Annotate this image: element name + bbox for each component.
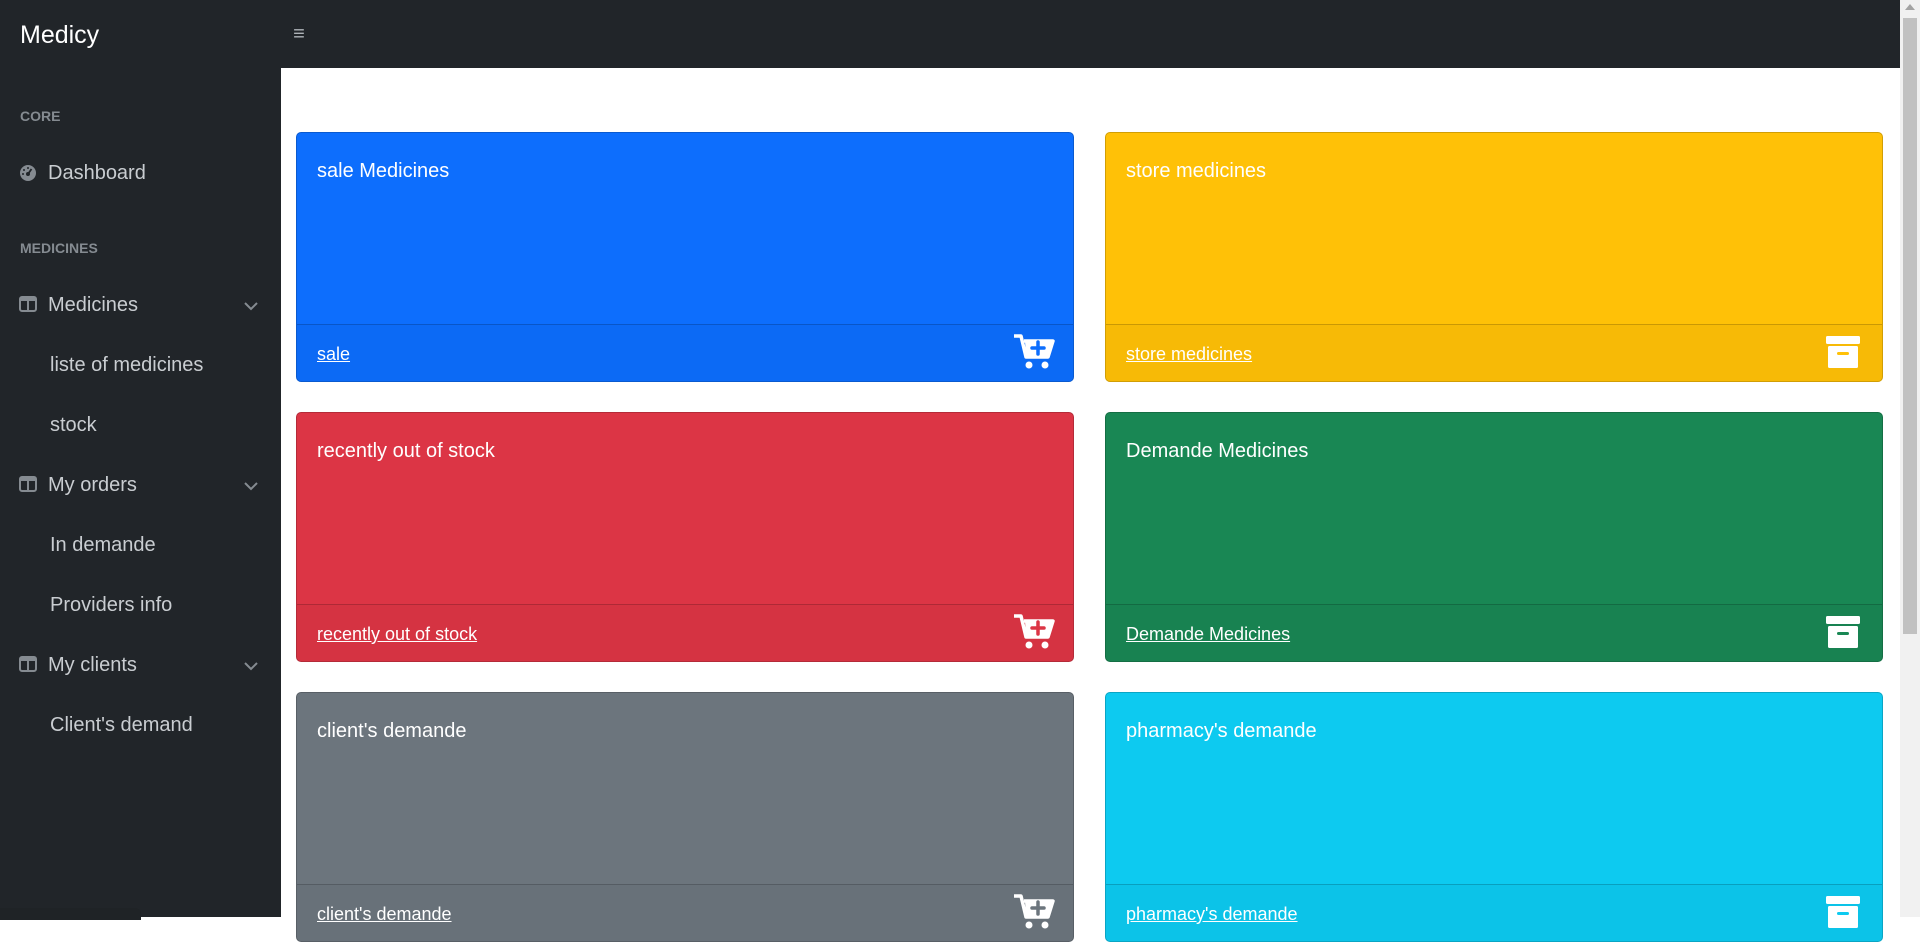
sidebar-item-label: Client's demand [50,714,193,736]
card-link[interactable]: pharmacy's demande [1126,903,1298,925]
card-sale-medicines: sale Medicines sale [296,132,1074,382]
sidebar-item-my-clients[interactable]: My clients [0,644,281,686]
sidebar: CORE Dashboard MEDICINES Medicines liste… [0,68,281,917]
cart-plus-icon[interactable] [1013,613,1055,651]
card-title: sale Medicines [317,160,450,182]
browser-status-bar [0,908,141,920]
columns-icon [19,656,37,672]
sidebar-item-label: stock [50,414,97,436]
card-title: client's demande [317,720,467,742]
card-footer: recently out of stock [297,604,1073,661]
sidebar-item-label: Providers info [50,594,173,616]
chevron-down-icon[interactable] [243,299,259,311]
scrollbar-thumb[interactable] [1903,18,1917,634]
card-link[interactable]: client's demande [317,903,452,925]
archive-box-icon[interactable] [1822,333,1864,371]
sidebar-item-label: My clients [48,654,137,676]
cart-plus-icon[interactable] [1013,333,1055,371]
vertical-scrollbar[interactable] [1900,0,1920,917]
top-navbar: Medicy ≡ [0,0,1900,68]
archive-box-icon[interactable] [1822,613,1864,651]
card-footer: Demande Medicines [1106,604,1882,661]
sidebar-toggle-icon[interactable]: ≡ [288,22,310,46]
card-demande-medicines: Demande Medicines Demande Medicines [1105,412,1883,662]
sidebar-item-medicines[interactable]: Medicines [0,284,281,326]
card-footer: sale [297,324,1073,381]
card-title: Demande Medicines [1126,440,1309,462]
sidebar-item-dashboard[interactable]: Dashboard [0,152,281,194]
sidebar-item-in-demande[interactable]: In demande [0,524,281,566]
sidebar-item-label: My orders [48,474,137,496]
card-link[interactable]: Demande Medicines [1126,623,1290,645]
brand-logo[interactable]: Medicy [20,20,99,50]
card-footer: store medicines [1106,324,1882,381]
chevron-down-icon[interactable] [243,479,259,491]
sidebar-item-providers-info[interactable]: Providers info [0,584,281,626]
columns-icon [19,296,37,312]
tachometer-icon [19,164,37,181]
sidebar-item-my-orders[interactable]: My orders [0,464,281,506]
card-link[interactable]: store medicines [1126,343,1252,365]
card-clients-demande: client's demande client's demande [296,692,1074,942]
card-link[interactable]: sale [317,343,350,365]
card-title: store medicines [1126,160,1267,182]
archive-box-icon[interactable] [1822,893,1864,931]
cart-plus-icon[interactable] [1013,893,1055,931]
sidebar-item-liste-of-medicines[interactable]: liste of medicines [0,344,281,386]
sidebar-item-clients-demand[interactable]: Client's demand [0,704,281,746]
card-link[interactable]: recently out of stock [317,623,477,645]
scroll-up-arrow-icon[interactable] [1905,4,1915,10]
card-recently-out-of-stock: recently out of stock recently out of st… [296,412,1074,662]
sidebar-heading-medicines: MEDICINES [20,240,98,256]
sidebar-item-label: Dashboard [48,162,146,184]
sidebar-item-stock[interactable]: stock [0,404,281,446]
card-pharmacys-demande: pharmacy's demande pharmacy's demande [1105,692,1883,942]
sidebar-item-label: liste of medicines [50,354,204,376]
sidebar-heading-core: CORE [20,108,61,124]
sidebar-item-label: In demande [50,534,156,556]
card-footer: pharmacy's demande [1106,884,1882,941]
card-footer: client's demande [297,884,1073,941]
sidebar-item-label: Medicines [48,294,139,316]
card-store-medicines: store medicines store medicines [1105,132,1883,382]
card-title: pharmacy's demande [1126,720,1317,742]
columns-icon [19,476,37,492]
chevron-down-icon[interactable] [243,659,259,671]
card-title: recently out of stock [317,440,495,462]
